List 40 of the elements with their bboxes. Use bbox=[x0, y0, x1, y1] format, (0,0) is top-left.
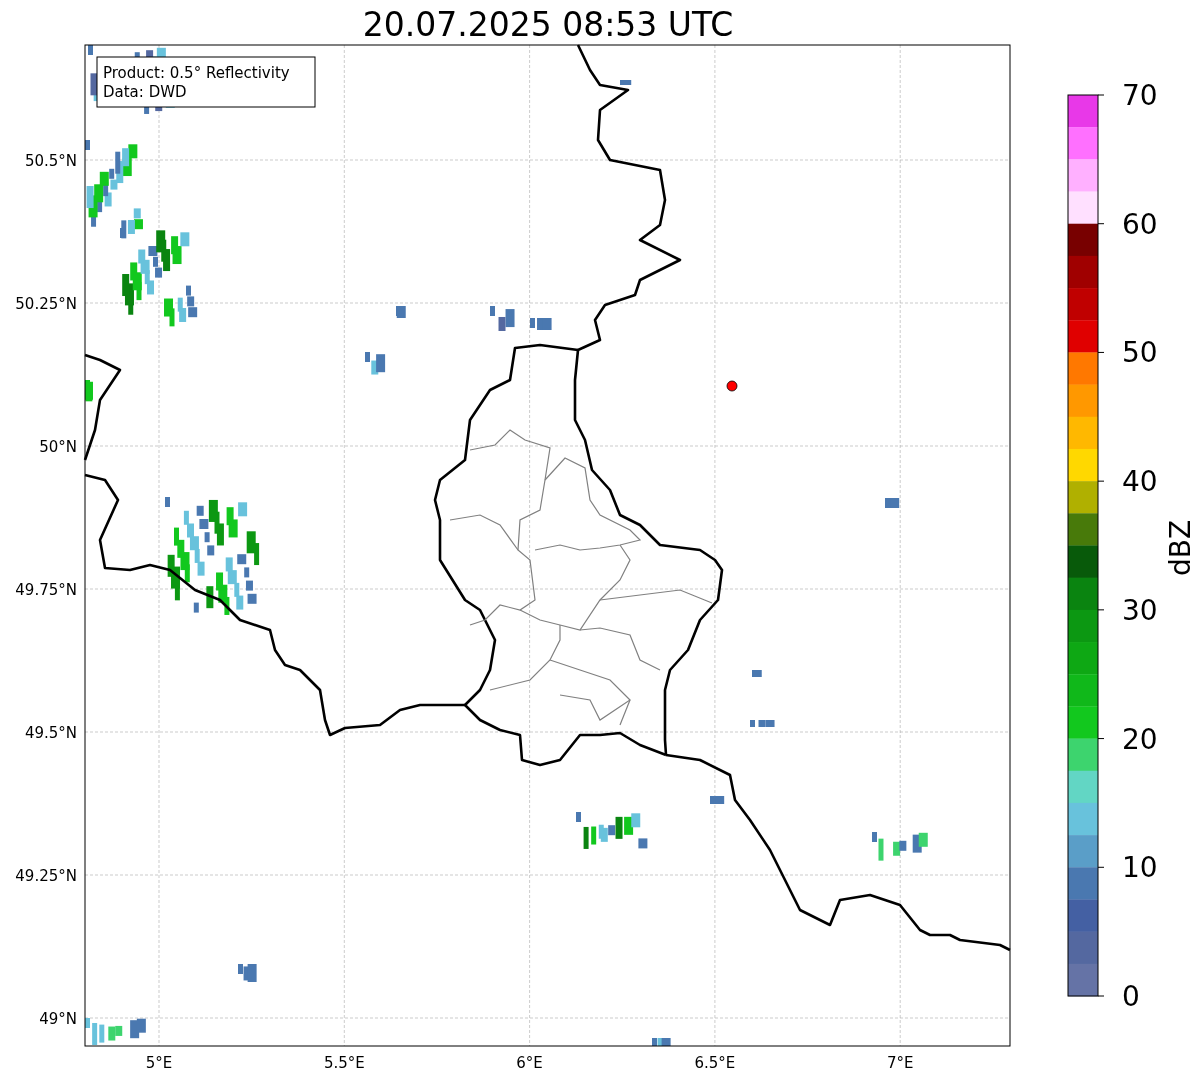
info-text: Data: DWD bbox=[103, 83, 187, 101]
longitude-label: 6°E bbox=[516, 1054, 543, 1072]
colorbar-tick-label: 30 bbox=[1122, 593, 1158, 627]
radar-echo-drawing bbox=[530, 318, 552, 330]
radar-echo-drawing bbox=[365, 352, 386, 375]
latitude-label: 50.5°N bbox=[24, 152, 77, 170]
colorbar-tick-label: 50 bbox=[1122, 336, 1158, 370]
radar-echo-drawing bbox=[85, 1018, 146, 1045]
radar-echo-drawing bbox=[872, 832, 928, 861]
longitude-label: 6.5°E bbox=[694, 1054, 736, 1072]
radar-echo-drawing bbox=[652, 1038, 671, 1046]
longitude-label: 5°E bbox=[145, 1054, 173, 1072]
colorbar-tick-label: 70 bbox=[1122, 79, 1158, 112]
radar-echo-drawing bbox=[396, 306, 406, 318]
longitude-label: 7°E bbox=[886, 1054, 914, 1072]
radar-echo-drawing bbox=[490, 306, 515, 331]
latitude-label: 49.5°N bbox=[24, 724, 77, 742]
radar-echo-drawing bbox=[576, 812, 648, 849]
radar-echo-drawing bbox=[710, 796, 725, 804]
colorbar-tick-label: 10 bbox=[1122, 851, 1158, 885]
latitude-label: 49.25°N bbox=[15, 867, 77, 885]
radar-echo-drawing bbox=[750, 720, 775, 727]
colorbar-tick-label: 0 bbox=[1122, 980, 1140, 1013]
radar-echo-drawing bbox=[752, 670, 762, 677]
latitude-label: 49.75°N bbox=[15, 581, 77, 599]
colorbar-tick-label: 60 bbox=[1122, 207, 1158, 241]
radar-echo-drawing bbox=[238, 964, 257, 982]
colorbar-tick-label: 20 bbox=[1122, 722, 1158, 756]
radar-echo-drawing bbox=[85, 380, 93, 402]
latitude-label: 49°N bbox=[39, 1010, 77, 1028]
latitude-label: 50.25°N bbox=[15, 295, 77, 313]
colorbar-tick-label: 40 bbox=[1122, 465, 1158, 499]
radar-echo-drawing bbox=[885, 498, 900, 508]
longitude-label: 5.5°E bbox=[323, 1054, 365, 1072]
colorbar-label: dBZ bbox=[1164, 519, 1197, 577]
latitude-label: 50°N bbox=[39, 438, 77, 456]
radar-echo-drawing bbox=[620, 80, 632, 85]
chart-title: 20.07.2025 08:53 UTC bbox=[362, 5, 734, 44]
info-text: Product: 0.5° Reflectivity bbox=[103, 64, 290, 82]
radar-site-marker bbox=[726, 380, 738, 392]
